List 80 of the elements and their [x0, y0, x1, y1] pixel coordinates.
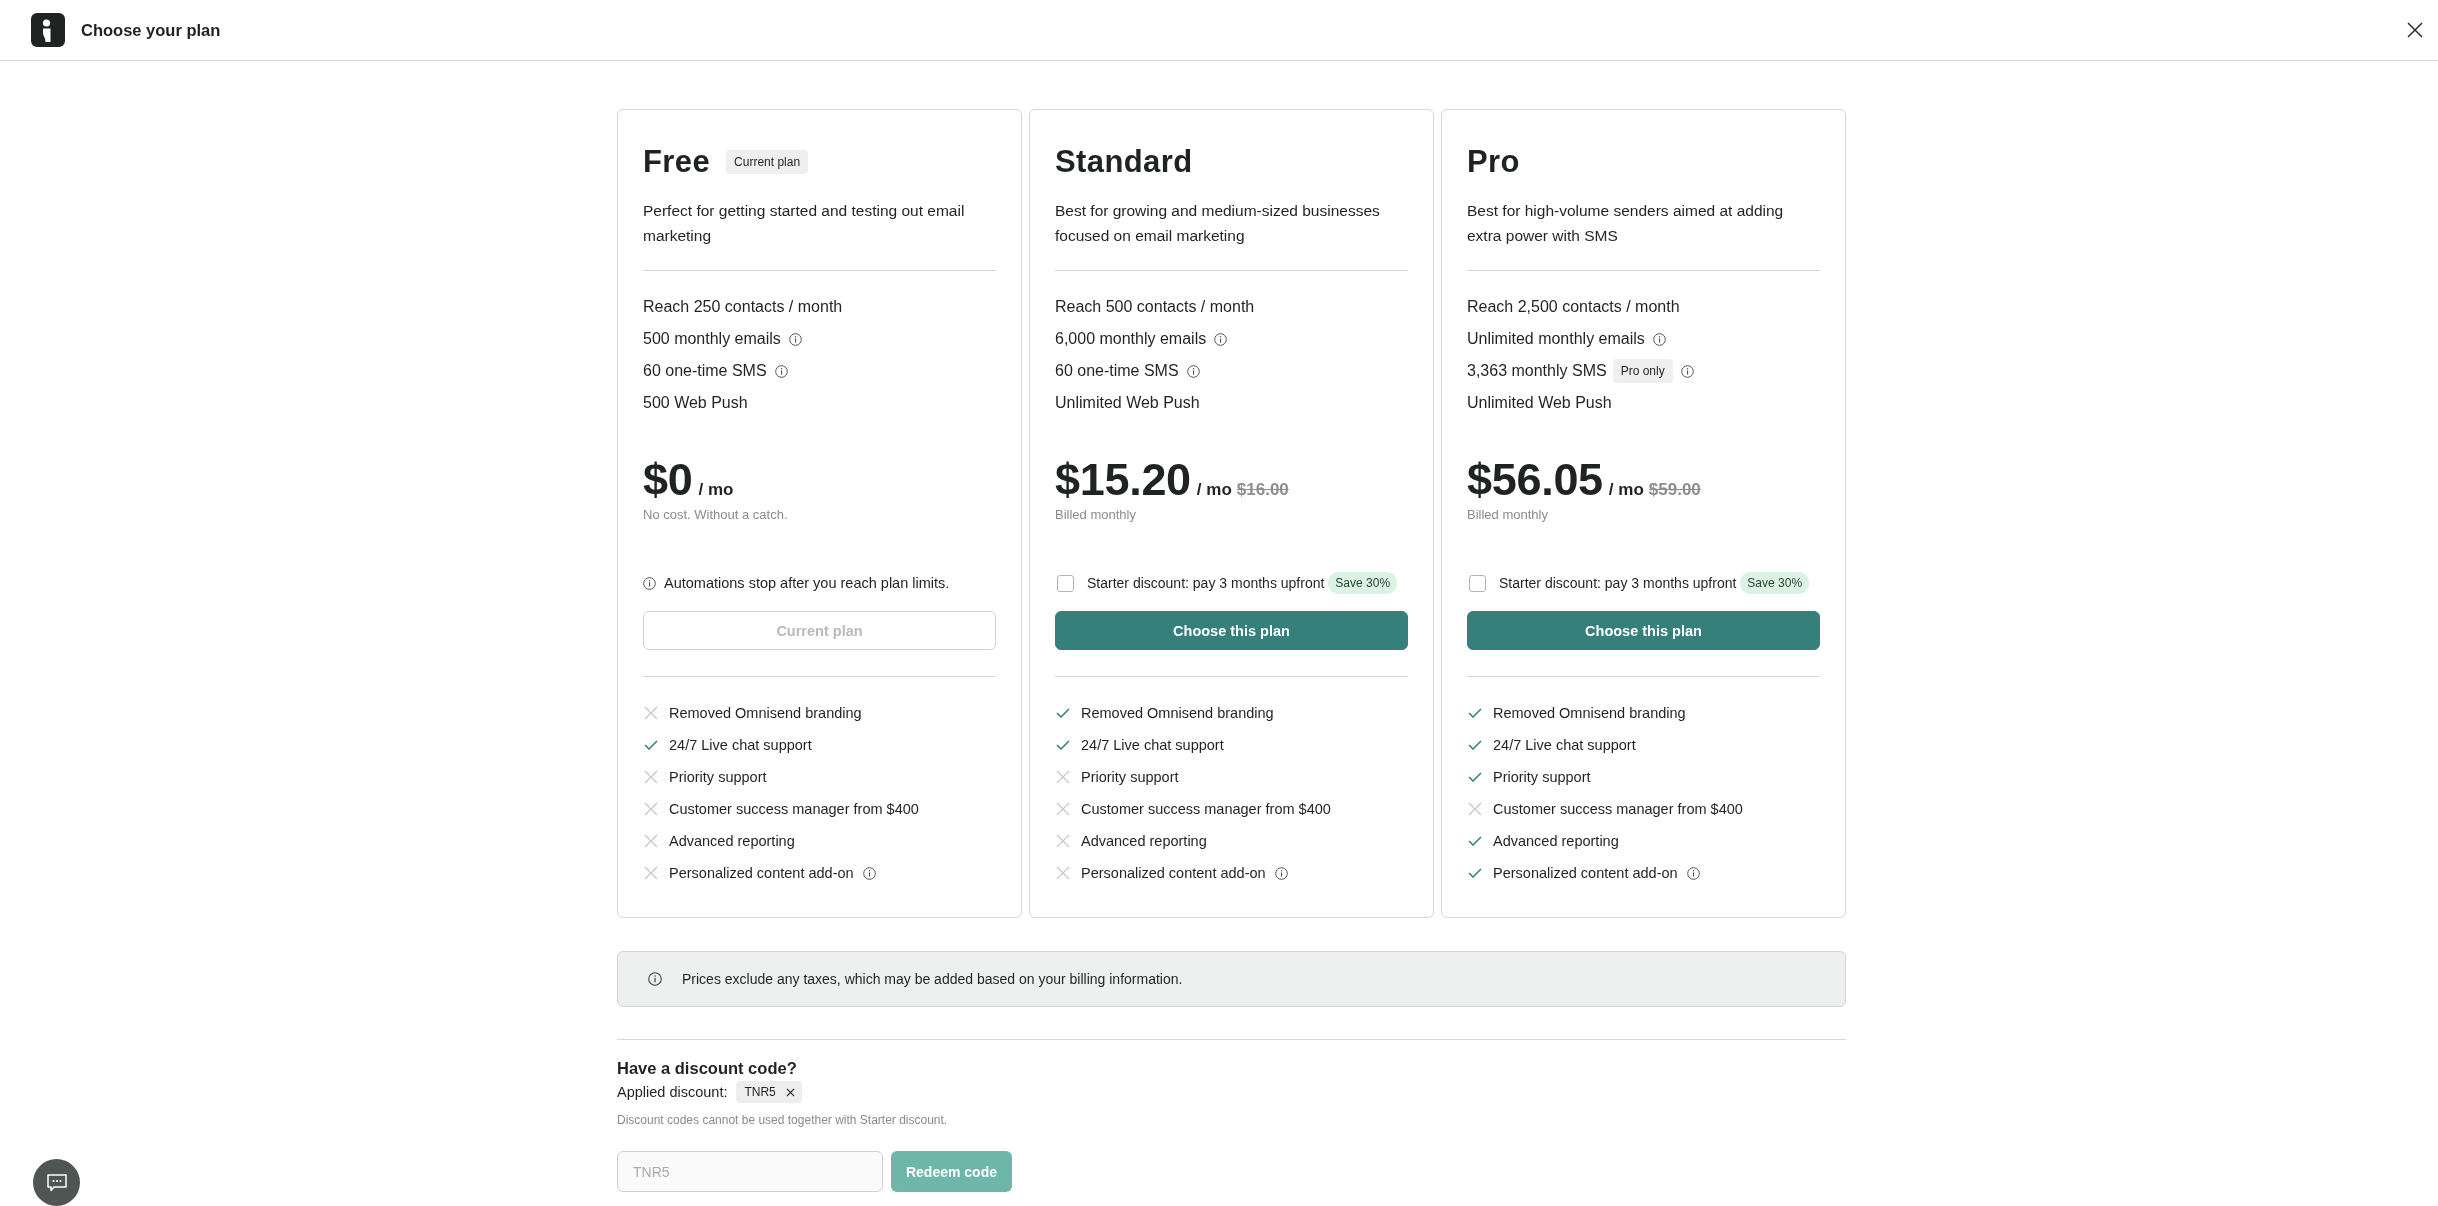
logo-icon: [31, 13, 65, 47]
plan-limit: 500 monthly emails: [643, 330, 781, 348]
price-amount: $0: [643, 454, 693, 506]
info-icon[interactable]: [862, 866, 876, 880]
feature-text: Removed Omnisend branding: [1081, 705, 1274, 721]
feature-text: Personalized content add-on: [1081, 865, 1266, 881]
window-title: Choose your plan: [81, 20, 221, 40]
chat-icon: [46, 1173, 67, 1192]
checkbox[interactable]: [1057, 574, 1074, 592]
feature-text: Advanced reporting: [1081, 833, 1207, 849]
savings-tag: Save 30%: [1328, 572, 1398, 594]
feature-text: Customer success manager from $400: [669, 801, 919, 817]
checkbox[interactable]: [1469, 574, 1486, 592]
billing-note: Billed monthly: [1055, 506, 1137, 524]
plan-limit: 500 Web Push: [643, 394, 748, 412]
close-icon[interactable]: [2407, 22, 2423, 38]
plan-only-tag: Pro only: [1612, 359, 1673, 383]
starter-discount-label: Starter discount: pay 3 months upfront: [1087, 575, 1325, 591]
plan-button[interactable]: Choose this plan: [1055, 611, 1408, 650]
info-icon[interactable]: [1686, 866, 1700, 880]
plan-title: Pro: [1467, 144, 1520, 180]
current-plan-tag: Current plan: [726, 150, 809, 174]
starter-discount-label: Starter discount: pay 3 months upfront: [1499, 575, 1737, 591]
info-icon[interactable]: [1652, 332, 1666, 346]
feature-text: Customer success manager from $400: [1493, 801, 1743, 817]
plan-limit: Unlimited Web Push: [1055, 394, 1200, 412]
tax-notice-text: Prices exclude any taxes, which may be added based on your billing information.: [682, 971, 1183, 987]
info-icon[interactable]: [1274, 866, 1288, 880]
savings-tag: Save 30%: [1740, 572, 1810, 594]
feature-text: Priority support: [1081, 769, 1179, 785]
plan-limit: Reach 500 contacts / month: [1055, 298, 1255, 316]
limits-notice: Automations stop after you reach plan limits.: [664, 575, 950, 591]
price-amount: $56.05: [1467, 454, 1603, 506]
feature-text: Advanced reporting: [669, 833, 795, 849]
feature-text: Priority support: [1493, 769, 1591, 785]
feature-text: Removed Omnisend branding: [669, 705, 862, 721]
feature-text: 24/7 Live chat support: [669, 737, 812, 753]
plan-limit: 60 one-time SMS: [1055, 362, 1179, 380]
applied-discount-label: Applied discount:: [617, 1084, 728, 1100]
info-icon: [643, 576, 656, 590]
price-period: / mo: [698, 480, 734, 500]
plan-description: Best for growing and medium-sized businesses focused on email marketing: [1055, 201, 1381, 246]
plan-title: Standard: [1055, 144, 1193, 180]
plan-limit: 6,000 monthly emails: [1055, 330, 1207, 348]
feature-text: Personalized content add-on: [1493, 865, 1678, 881]
old-price: $16.00: [1236, 480, 1289, 500]
plan-description: Best for high-volume senders aimed at adding extra power with SMS: [1467, 201, 1785, 246]
plan-title: Free: [643, 144, 711, 180]
info-icon[interactable]: [1680, 364, 1694, 378]
billing-note: Billed monthly: [1467, 506, 1549, 524]
plan-limit: Reach 250 contacts / month: [643, 298, 843, 316]
feature-text: Advanced reporting: [1493, 833, 1619, 849]
discount-heading: Have a discount code?: [617, 1058, 798, 1079]
plan-limit: Unlimited monthly emails: [1467, 330, 1645, 348]
price-amount: $15.20: [1055, 454, 1191, 506]
old-price: $59.00: [1648, 480, 1701, 500]
discount-note: Discount codes cannot be used together with Starter discount.: [617, 1112, 949, 1129]
info-icon[interactable]: [1186, 364, 1200, 378]
info-icon: [648, 972, 662, 986]
billing-note: No cost. Without a catch.: [643, 506, 789, 524]
plan-button[interactable]: Choose this plan: [1467, 611, 1820, 650]
price-period: / mo: [1196, 480, 1232, 500]
feature-text: Customer success manager from $400: [1081, 801, 1331, 817]
price-period: / mo: [1608, 480, 1644, 500]
plan-limit: Unlimited Web Push: [1467, 394, 1612, 412]
feature-text: 24/7 Live chat support: [1081, 737, 1224, 753]
chat-button[interactable]: [33, 1159, 80, 1206]
plan-description: Perfect for getting started and testing out email marketing: [643, 201, 966, 246]
plan-limit: 60 one-time SMS: [643, 362, 767, 380]
info-icon[interactable]: [774, 364, 788, 378]
remove-icon[interactable]: [785, 1087, 795, 1097]
plan-limit: Reach 2,500 contacts / month: [1467, 298, 1680, 316]
feature-text: Priority support: [669, 769, 767, 785]
feature-text: Removed Omnisend branding: [1493, 705, 1686, 721]
feature-text: Personalized content add-on: [669, 865, 854, 881]
applied-code: TNR5: [744, 1085, 776, 1099]
info-icon[interactable]: [1214, 332, 1228, 346]
info-icon[interactable]: [788, 332, 802, 346]
plan-limit: 3,363 monthly SMS: [1467, 362, 1607, 380]
feature-text: 24/7 Live chat support: [1493, 737, 1636, 753]
